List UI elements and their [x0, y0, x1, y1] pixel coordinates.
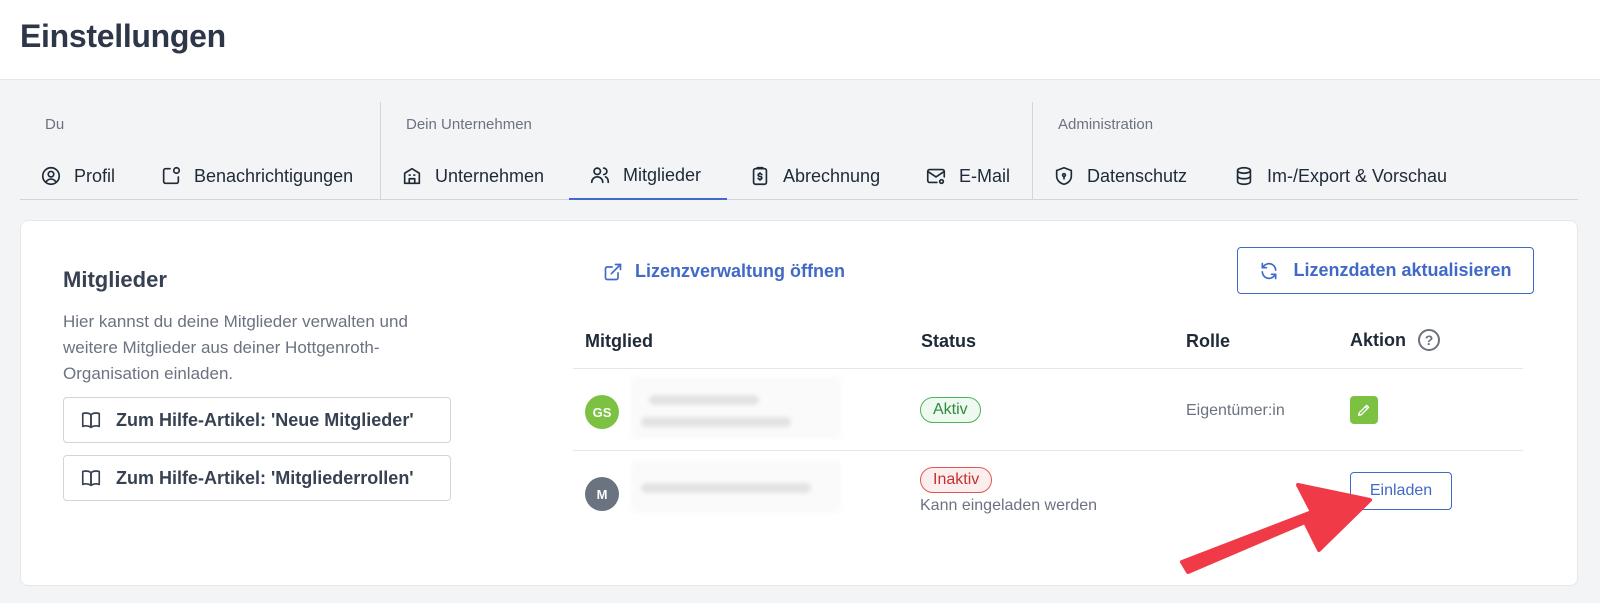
edit-member-button[interactable]: [1350, 396, 1378, 424]
column-header-role: Rolle: [1186, 331, 1230, 352]
tab-benachrichtigungen[interactable]: Benachrichtigungen: [160, 152, 353, 200]
clipboard-dollar-icon: [752, 166, 768, 186]
open-license-management-link[interactable]: Lizenzverwaltung öffnen: [603, 261, 845, 282]
tab-label: Datenschutz: [1087, 165, 1188, 186]
tab-mitglieder[interactable]: Mitglieder: [569, 152, 727, 200]
tab-label: E-Mail: [959, 165, 1011, 186]
column-header-label: Status: [921, 331, 977, 351]
status-note: Kann eingeladen werden: [920, 497, 1098, 514]
row-divider: [573, 368, 1523, 369]
book-open-icon: [81, 470, 101, 487]
members-card: Mitglieder Hier kannst du deine Mitglied…: [20, 220, 1578, 586]
tab-label: Unternehmen: [435, 165, 545, 186]
column-header-action: Aktion ?: [1350, 329, 1440, 351]
nav-group-label: Du: [45, 116, 65, 133]
open-license-label: Lizenzverwaltung öffnen: [635, 261, 846, 281]
refresh-icon: [1261, 262, 1277, 279]
nav-group-unternehmen: Dein Unternehmen Unternehmen Mitglieder …: [380, 102, 1032, 200]
tab-label: Mitglieder: [623, 164, 702, 185]
nav-group-administration: Administration Datenschutz Im-/Export & …: [1032, 102, 1578, 200]
tab-label: Im-/Export & Vorschau: [1267, 165, 1448, 186]
refresh-license-label: Lizenzdaten aktualisieren: [1293, 260, 1512, 280]
status-badge: Inaktiv: [920, 467, 993, 493]
help-article-member-roles-button[interactable]: Zum Hilfe-Artikel: 'Mitgliederrollen': [63, 455, 451, 501]
tab-abrechnung[interactable]: Abrechnung: [749, 152, 880, 200]
tab-label: Abrechnung: [783, 165, 881, 186]
role-text: Eigentümer:in: [1186, 402, 1285, 419]
top-header: Einstellungen: [0, 0, 1600, 80]
redacted-member-name: [631, 461, 841, 513]
tab-label: Profil: [74, 165, 116, 186]
column-header-status: Status: [921, 331, 976, 352]
column-header-member: Mitglied: [585, 331, 653, 352]
settings-nav: Du Profil Benachrichtigungen Dein Untern…: [20, 102, 1578, 200]
refresh-license-data-button[interactable]: Lizenzdaten aktualisieren: [1237, 247, 1534, 294]
section-description: Hier kannst du deine Mitglieder verwalte…: [63, 312, 408, 383]
users-icon: [590, 167, 610, 184]
tab-datenschutz[interactable]: Datenschutz: [1053, 152, 1187, 200]
user-circle-icon: [41, 166, 61, 186]
column-header-label: Aktion: [1350, 329, 1406, 350]
help-article-label: Zum Hilfe-Artikel: 'Mitgliederrollen': [116, 467, 414, 488]
database-icon: [1236, 166, 1252, 186]
row-divider: [573, 450, 1523, 451]
avatar: GS: [585, 395, 619, 429]
help-article-label: Zum Hilfe-Artikel: 'Neue Mitglieder': [116, 409, 414, 430]
tab-profil[interactable]: Profil: [40, 152, 115, 200]
column-header-label: Mitglied: [585, 331, 653, 351]
column-header-label: Rolle: [1186, 331, 1231, 351]
notification-icon: [162, 166, 181, 185]
help-article-new-members-button[interactable]: Zum Hilfe-Artikel: 'Neue Mitglieder': [63, 397, 451, 443]
tab-unternehmen[interactable]: Unternehmen: [401, 152, 544, 200]
nav-group-label: Administration: [1058, 116, 1154, 133]
pencil-icon: [1358, 404, 1370, 416]
book-open-icon: [81, 412, 101, 429]
mail-settings-icon: [926, 168, 946, 185]
tab-im-export[interactable]: Im-/Export & Vorschau: [1233, 152, 1447, 200]
redacted-member-name: [631, 377, 841, 439]
help-icon[interactable]: ?: [1418, 329, 1440, 351]
tab-e-mail[interactable]: E-Mail: [925, 152, 1010, 200]
nav-group-label: Dein Unternehmen: [406, 116, 532, 133]
page-title: Einstellungen: [20, 18, 226, 54]
tab-label: Benachrichtigungen: [194, 165, 354, 186]
invite-button[interactable]: Einladen: [1350, 472, 1452, 510]
section-title: Mitglieder: [63, 267, 167, 292]
external-link-icon: [604, 263, 622, 280]
building-icon: [403, 167, 421, 185]
avatar: M: [585, 477, 619, 511]
status-badge: Aktiv: [920, 397, 981, 423]
shield-icon: [1055, 166, 1073, 186]
nav-group-du: Du Profil Benachrichtigungen: [20, 102, 380, 200]
